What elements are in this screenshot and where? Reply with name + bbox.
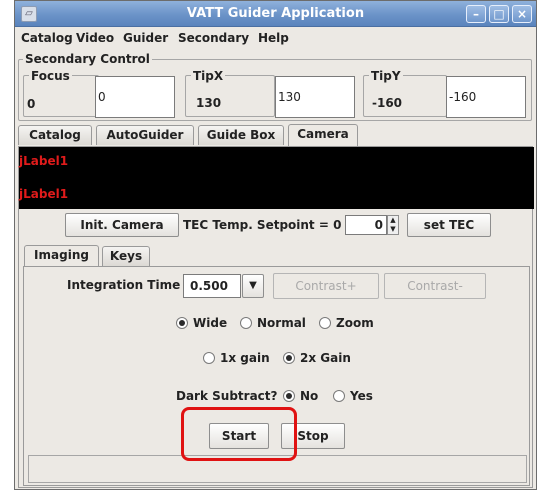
- menu-bar: Catalog Video Guider Secondary Help: [15, 28, 536, 50]
- title-bar[interactable]: ▱ VATT Guider Application – □ ×: [15, 1, 536, 27]
- tec-setpoint-field[interactable]: 0: [345, 215, 387, 235]
- integration-time-label: Integration Time: [67, 278, 181, 292]
- menu-catalog[interactable]: Catalog: [21, 31, 73, 45]
- secondary-control-title: Secondary Control: [23, 52, 152, 66]
- jlabel1-top: jLabel1: [19, 154, 69, 168]
- radio-dark-yes[interactable]: [333, 390, 345, 402]
- camera-display: jLabel1 jLabel1: [19, 147, 534, 209]
- menu-help[interactable]: Help: [258, 31, 289, 45]
- radio-1x-gain[interactable]: [203, 352, 215, 364]
- tec-setpoint-label: TEC Temp. Setpoint = 0: [183, 218, 342, 232]
- focus-value: 0: [27, 97, 36, 111]
- radio-normal[interactable]: [240, 317, 252, 329]
- 2x-gain-label: 2x Gain: [300, 351, 351, 365]
- tab-catalog[interactable]: Catalog: [18, 125, 92, 145]
- contrast-plus-button[interactable]: Contrast+: [273, 273, 379, 299]
- menu-guider[interactable]: Guider: [123, 31, 168, 45]
- init-camera-button[interactable]: Init. Camera: [65, 213, 179, 237]
- close-icon[interactable]: ×: [512, 5, 532, 23]
- tipy-label: TipY: [369, 69, 403, 83]
- minimize-icon[interactable]: –: [466, 5, 486, 23]
- radio-zoom[interactable]: [319, 317, 331, 329]
- tipy-value: -160: [372, 96, 403, 110]
- normal-label: Normal: [257, 316, 306, 330]
- integration-time-select[interactable]: 0.500: [183, 274, 241, 298]
- maximize-icon[interactable]: □: [489, 5, 509, 23]
- dark-subtract-label: Dark Subtract?: [176, 389, 278, 403]
- focus-field[interactable]: 0: [95, 76, 175, 118]
- subtab-keys[interactable]: Keys: [102, 246, 150, 266]
- spinner-arrows-icon[interactable]: ▲ ▼: [387, 215, 399, 235]
- radio-2x-gain[interactable]: [283, 352, 295, 364]
- 1x-gain-label: 1x gain: [220, 351, 270, 365]
- dark-no-label: No: [300, 389, 319, 403]
- set-tec-button[interactable]: set TEC: [407, 213, 491, 237]
- radio-dark-no[interactable]: [283, 390, 295, 402]
- menu-video[interactable]: Video: [76, 31, 114, 45]
- subtab-imaging[interactable]: Imaging: [24, 245, 99, 267]
- jlabel1-bottom: jLabel1: [19, 187, 69, 201]
- tipx-label: TipX: [191, 69, 226, 83]
- window-title: VATT Guider Application: [186, 6, 365, 21]
- dark-yes-label: Yes: [350, 389, 373, 403]
- tipy-field[interactable]: -160: [446, 76, 526, 118]
- tab-autoguider[interactable]: AutoGuider: [96, 125, 194, 145]
- focus-label: Focus: [29, 69, 72, 83]
- highlight-box: [181, 407, 297, 461]
- menu-secondary[interactable]: Secondary: [178, 31, 249, 45]
- zoom-label: Zoom: [336, 316, 374, 330]
- tab-guide-box[interactable]: Guide Box: [198, 125, 284, 145]
- main-tabs: Catalog AutoGuider Guide Box Camera: [18, 124, 533, 147]
- wide-label: Wide: [193, 316, 228, 330]
- radio-wide[interactable]: [176, 317, 188, 329]
- tipx-field[interactable]: 130: [275, 76, 355, 118]
- tipx-value: 130: [196, 96, 222, 110]
- contrast-minus-button[interactable]: Contrast-: [384, 273, 486, 299]
- tab-camera[interactable]: Camera: [288, 124, 358, 146]
- chevron-down-icon[interactable]: ▼: [242, 274, 264, 298]
